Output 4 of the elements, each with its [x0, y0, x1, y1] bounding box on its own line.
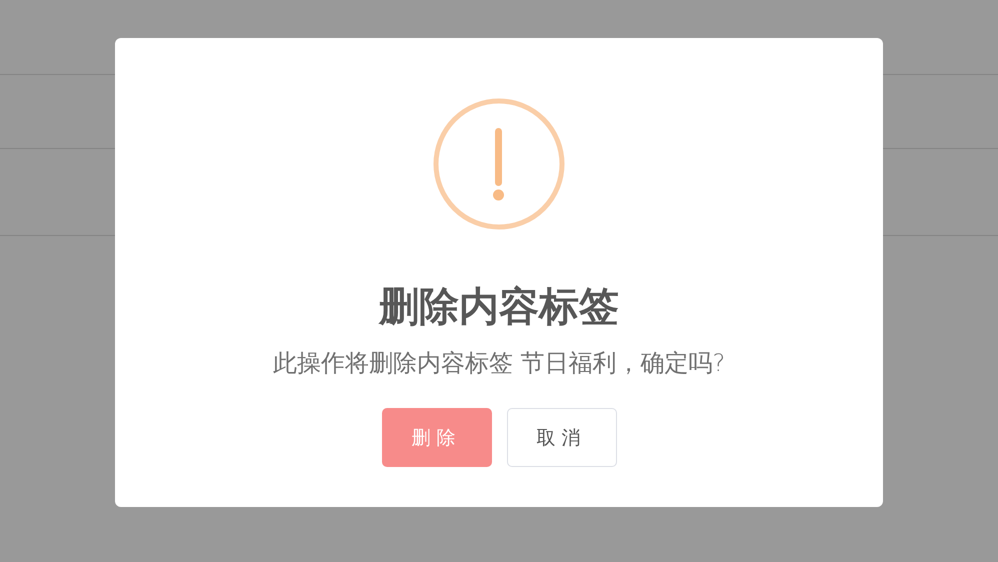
dialog-message: 此操作将删除内容标签 节日福利，确定吗?: [272, 348, 726, 378]
warning-icon: [433, 98, 565, 230]
dialog-title: 删除内容标签: [379, 283, 619, 332]
cancel-button[interactable]: 取消: [506, 408, 616, 467]
